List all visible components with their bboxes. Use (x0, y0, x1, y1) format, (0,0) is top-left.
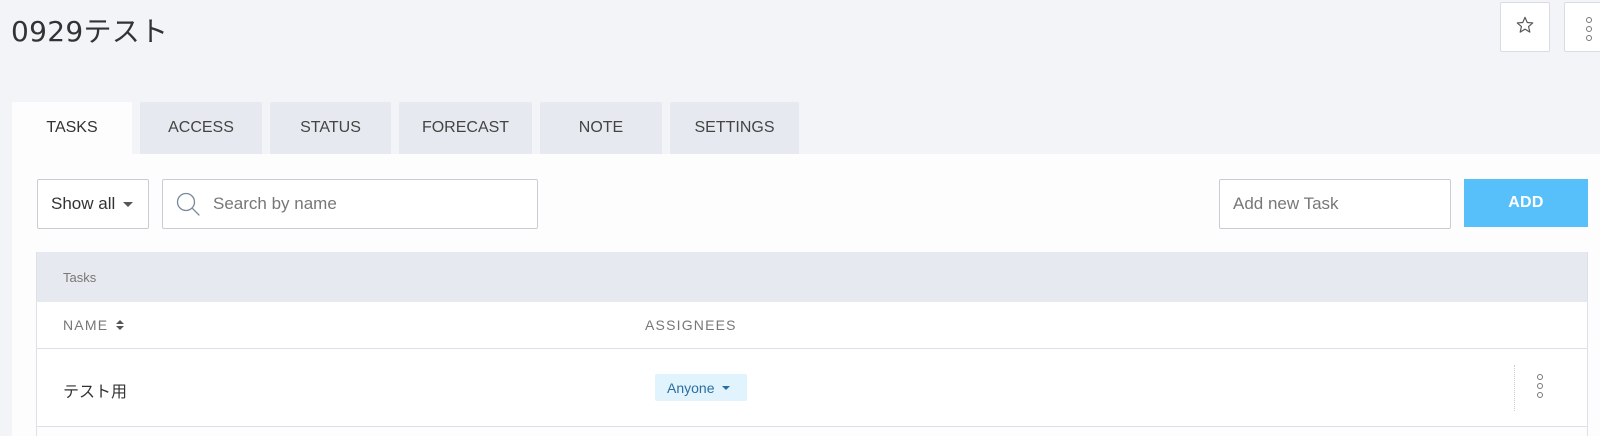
assignee-dropdown[interactable]: Anyone (655, 374, 747, 401)
column-header-name[interactable]: NAME (63, 317, 125, 333)
table-header: NAME ASSIGNEES (37, 302, 1587, 349)
more-vertical-icon (1586, 17, 1592, 41)
task-name[interactable]: テスト用 (63, 378, 127, 402)
tab-tasks[interactable]: TASKS (12, 102, 132, 154)
page-title: 0929テスト (11, 15, 169, 48)
table-caption: Tasks (37, 252, 1587, 302)
filter-dropdown[interactable]: Show all (37, 179, 149, 229)
add-task-button[interactable]: ADD (1464, 179, 1588, 227)
more-options-button[interactable] (1564, 2, 1600, 52)
new-task-field[interactable] (1219, 179, 1451, 229)
sort-icon[interactable] (116, 320, 125, 330)
search-input[interactable] (213, 194, 513, 214)
tab-bar: TASKS ACCESS STATUS FORECAST NOTE SETTIN… (12, 102, 799, 154)
assignee-value: Anyone (667, 379, 715, 396)
favorite-button[interactable] (1500, 2, 1550, 52)
row-divider (1514, 365, 1515, 411)
tasks-panel: Show all ADD Tasks NAME ASSIGNEES テスト用 A… (12, 154, 1600, 436)
star-icon (1515, 15, 1535, 40)
column-header-assignees: ASSIGNEES (645, 317, 737, 333)
tab-note[interactable]: NOTE (540, 102, 662, 154)
filter-value: Show all (51, 194, 116, 213)
new-task-input[interactable] (1233, 194, 1433, 214)
caret-down-icon (123, 201, 134, 207)
search-field[interactable] (162, 179, 538, 229)
table-row[interactable]: テスト用 Anyone (37, 349, 1587, 427)
tab-access[interactable]: ACCESS (140, 102, 262, 154)
tasks-table: Tasks NAME ASSIGNEES テスト用 Anyone (36, 252, 1588, 436)
row-more-icon[interactable] (1537, 374, 1543, 398)
caret-down-icon (722, 385, 731, 390)
tab-settings[interactable]: SETTINGS (670, 102, 799, 154)
column-name-label: NAME (63, 317, 109, 333)
search-icon (175, 191, 201, 217)
column-assignees-label: ASSIGNEES (645, 317, 737, 333)
tab-forecast[interactable]: FORECAST (399, 102, 532, 154)
tab-status[interactable]: STATUS (270, 102, 391, 154)
